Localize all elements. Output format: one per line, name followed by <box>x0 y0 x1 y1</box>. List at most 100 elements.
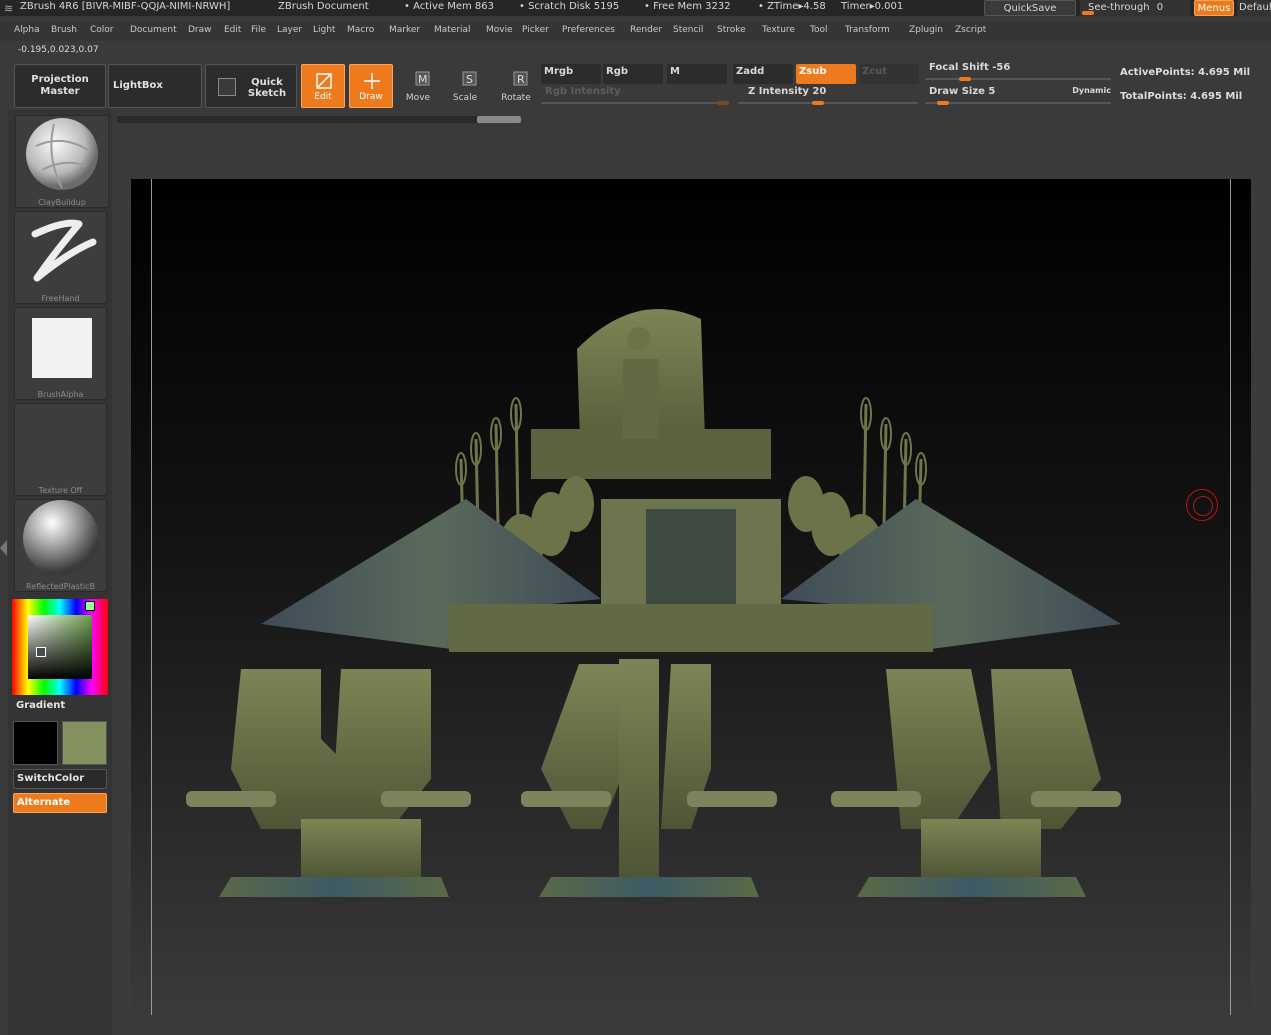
quicksave-button[interactable]: QuickSave <box>984 0 1076 16</box>
see-through-slider[interactable]: See-through 0 <box>1080 0 1190 16</box>
draw-size-knob <box>937 101 949 105</box>
z-intensity-knob <box>812 101 824 105</box>
scale-button[interactable]: S Scale <box>443 64 487 108</box>
draw-size-slider[interactable]: Draw Size 5 Dynamic <box>925 86 1111 105</box>
menu-stroke[interactable]: Stroke <box>717 25 746 35</box>
material-thumbnail[interactable]: ReflectedPlasticB <box>14 499 107 592</box>
ztime: • ZTime▸4.58 <box>758 1 826 12</box>
menu-stencil[interactable]: Stencil <box>673 25 703 35</box>
texture-thumbnail[interactable]: Texture Off <box>14 403 107 496</box>
m-button[interactable]: M <box>667 64 727 84</box>
zsub-button[interactable]: Zsub <box>796 64 856 84</box>
sculpt-canvas[interactable] <box>131 179 1251 1015</box>
brush-cursor-icon <box>1186 489 1218 521</box>
move-label: Move <box>405 93 431 103</box>
left-guide-line <box>151 179 152 1015</box>
texture-label: Texture Off <box>38 486 83 495</box>
tab-scroll-thumb[interactable] <box>477 116 521 123</box>
dynamic-button[interactable]: Dynamic <box>1072 86 1111 95</box>
secondary-color-swatch[interactable] <box>13 721 58 765</box>
lightbox-button[interactable]: LightBox <box>108 64 202 108</box>
scale-icon: S <box>462 71 477 86</box>
sculpt-model <box>186 309 1121 897</box>
menus-button[interactable]: Menus <box>1194 0 1234 16</box>
menu-texture[interactable]: Texture <box>762 25 795 35</box>
stroke-label: FreeHand <box>41 294 80 303</box>
hue-picker-marker[interactable] <box>85 601 95 611</box>
z-intensity-label: Z Intensity 20 <box>748 86 827 97</box>
rotate-icon: R <box>513 71 528 86</box>
focal-shift-knob <box>959 77 971 81</box>
rgb-intensity-label: Rgb Intensity <box>545 86 621 97</box>
brush-thumbnail[interactable]: ClayBuildup <box>15 115 109 208</box>
menu-tool[interactable]: Tool <box>810 25 827 35</box>
free-mem: • Free Mem 3232 <box>644 1 731 12</box>
zcut-button[interactable]: Zcut <box>859 64 919 84</box>
default-button[interactable]: Default <box>1237 0 1271 16</box>
menu-marker[interactable]: Marker <box>389 25 420 35</box>
alpha-label: BrushAlpha <box>37 390 84 399</box>
svg-text:S: S <box>466 73 473 86</box>
switch-color-button[interactable]: SwitchColor <box>13 769 107 789</box>
menu-draw[interactable]: Draw <box>188 25 212 35</box>
z-intensity-slider[interactable]: Z Intensity 20 <box>738 86 918 105</box>
menu-bar: Alpha Brush Color Document Draw Edit Fil… <box>0 22 1271 41</box>
menu-zscript[interactable]: Zscript <box>955 25 986 35</box>
right-guide-line <box>1230 179 1231 1015</box>
rgb-intensity-track <box>541 102 729 104</box>
menu-transform[interactable]: Transform <box>845 25 890 35</box>
main-color-swatch[interactable] <box>62 721 107 765</box>
active-points: ActivePoints: 4.695 Mil <box>1120 67 1251 78</box>
material-label: ReflectedPlasticB <box>26 582 95 591</box>
menu-file[interactable]: File <box>251 25 266 35</box>
focal-shift-track <box>925 78 1111 80</box>
projection-master-button[interactable]: Projection Master <box>14 64 106 108</box>
edit-button[interactable]: Edit <box>301 64 345 108</box>
mrgb-button[interactable]: Mrgb <box>541 64 601 84</box>
see-through-value: 0 <box>1156 2 1164 13</box>
menu-render[interactable]: Render <box>630 25 662 35</box>
scratch-disk: • Scratch Disk 5195 <box>519 1 620 12</box>
rgb-intensity-slider[interactable]: Rgb Intensity <box>541 86 729 105</box>
tab-scroll-strip[interactable] <box>117 116 521 123</box>
menu-document[interactable]: Document <box>130 25 177 35</box>
alpha-thumbnail[interactable]: BrushAlpha <box>14 307 107 400</box>
gradient-toggle[interactable]: Gradient <box>13 697 107 717</box>
title-bar: ≋ ZBrush 4R6 [BIVR-MIBF-QQJA-NIMI-NRWH] … <box>0 0 1271 16</box>
document-title: ZBrush Document <box>278 1 369 12</box>
menu-material[interactable]: Material <box>434 25 471 35</box>
menu-movie[interactable]: Movie <box>486 25 513 35</box>
see-through-label: See-through <box>1088 2 1150 13</box>
stroke-thumbnail[interactable]: FreeHand <box>14 211 107 304</box>
menu-light[interactable]: Light <box>313 25 335 35</box>
menu-picker[interactable]: Picker <box>522 25 549 35</box>
move-button[interactable]: M Move <box>396 64 440 108</box>
rgb-intensity-knob <box>717 101 729 105</box>
draw-size-track <box>925 102 1111 104</box>
clay-sphere-icon <box>26 118 98 190</box>
alternate-button[interactable]: Alternate <box>13 793 107 813</box>
draw-button[interactable]: Draw <box>349 64 393 108</box>
app-title: ZBrush 4R6 [BIVR-MIBF-QQJA-NIMI-NRWH] <box>20 1 231 12</box>
coordinate-readout: -0.195,0.023,0.07 <box>18 45 99 55</box>
menu-alpha[interactable]: Alpha <box>14 25 40 35</box>
focal-shift-slider[interactable]: Focal Shift -56 <box>925 62 1111 81</box>
quick-sketch-icon <box>218 78 236 96</box>
menu-color[interactable]: Color <box>90 25 114 35</box>
svg-text:M: M <box>418 73 428 86</box>
rotate-button[interactable]: R Rotate <box>494 64 538 108</box>
menu-edit[interactable]: Edit <box>224 25 241 35</box>
color-picker[interactable] <box>12 599 108 695</box>
rgb-button[interactable]: Rgb <box>603 64 663 84</box>
menu-macro[interactable]: Macro <box>347 25 374 35</box>
shelf-collapse-arrow-icon[interactable] <box>0 540 7 556</box>
quick-sketch-button[interactable]: Quick Sketch <box>205 64 297 108</box>
svg-text:R: R <box>517 73 525 86</box>
menu-layer[interactable]: Layer <box>277 25 302 35</box>
menu-zplugin[interactable]: Zplugin <box>909 25 943 35</box>
color-picker-marker[interactable] <box>36 647 46 657</box>
menu-preferences[interactable]: Preferences <box>562 25 615 35</box>
zadd-button[interactable]: Zadd <box>733 64 793 84</box>
menu-brush[interactable]: Brush <box>51 25 77 35</box>
draw-label: Draw <box>359 92 383 102</box>
